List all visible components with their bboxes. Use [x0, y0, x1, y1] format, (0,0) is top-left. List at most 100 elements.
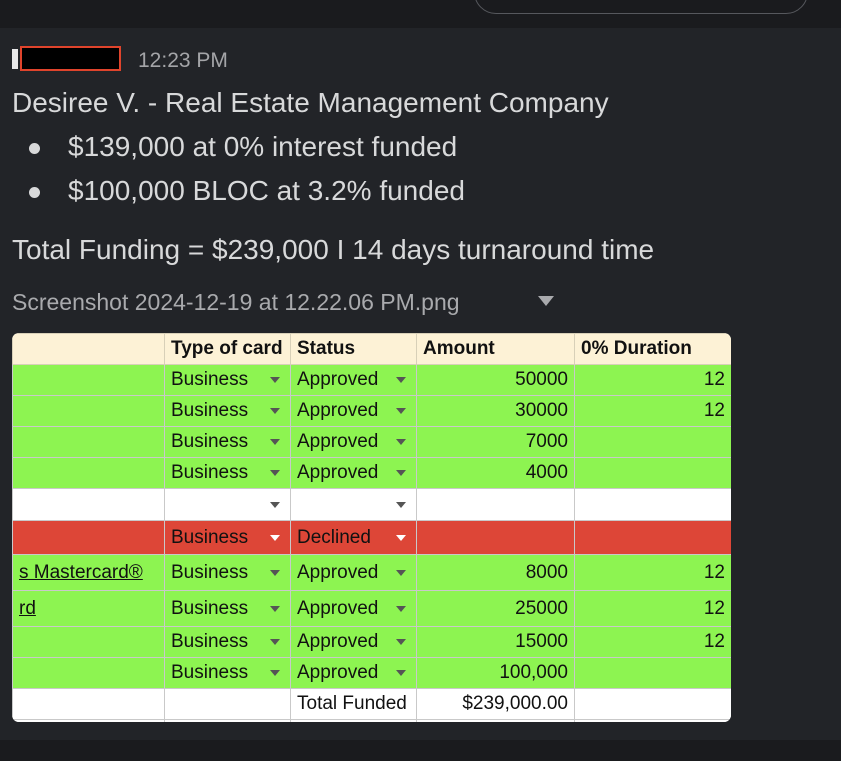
status-cell[interactable]: Approved [290, 364, 417, 396]
duration-cell [574, 657, 731, 689]
dropdown-arrow-icon[interactable] [396, 569, 406, 576]
status-cell[interactable] [290, 488, 417, 521]
status-cell[interactable]: Approved [290, 657, 417, 689]
table-row: rd Business Approved 25000 12 [12, 590, 731, 627]
dropdown-arrow-icon[interactable] [396, 639, 406, 645]
type-cell[interactable]: Business [164, 520, 291, 555]
amount-cell: 7000 [416, 426, 575, 458]
attachment-filename[interactable]: Screenshot 2024-12-19 at 12.22.06 PM.png [12, 289, 460, 316]
type-cell[interactable]: Business [164, 457, 291, 489]
status-cell[interactable]: Approved [290, 590, 417, 627]
dropdown-arrow-icon[interactable] [396, 670, 406, 676]
dropdown-arrow-icon[interactable] [396, 534, 406, 541]
dropdown-arrow-icon[interactable] [270, 501, 280, 508]
header-cell-duration: 0% Duration [574, 333, 731, 365]
card-name-link[interactable]: s Mastercard® [12, 554, 165, 591]
type-cell[interactable]: Business [164, 590, 291, 627]
table-row-declined: Business Declined [12, 520, 731, 555]
dropdown-arrow-icon[interactable] [270, 439, 280, 445]
top-bar [0, 0, 841, 28]
dropdown-arrow-icon[interactable] [396, 377, 406, 383]
dropdown-arrow-icon[interactable] [270, 470, 280, 476]
dropdown-arrow-icon[interactable] [270, 670, 280, 676]
message-headline: Desiree V. - Real Estate Management Comp… [12, 87, 609, 118]
bullet-dot-icon [29, 187, 40, 198]
amount-cell: 50000 [416, 364, 575, 396]
status-value: Approved [297, 400, 379, 421]
status-value: Approved [297, 369, 379, 390]
bottom-bar [0, 740, 841, 761]
dropdown-arrow-icon[interactable] [270, 605, 280, 612]
total-funding-line: Total Funding = $239,000 I 14 days turna… [12, 234, 655, 265]
type-cell[interactable] [164, 488, 291, 521]
empty-cell [574, 688, 731, 720]
dropdown-arrow-icon[interactable] [270, 534, 280, 541]
status-cell[interactable]: Approved [290, 395, 417, 427]
header-cell [12, 333, 165, 365]
total-funded-label: Total Funded [290, 688, 417, 720]
duration-cell: 12 [574, 626, 731, 658]
dropdown-arrow-icon[interactable] [396, 439, 406, 445]
status-value: Approved [297, 597, 379, 619]
amount-cell [416, 520, 575, 555]
sender-name-redacted-fragment [12, 49, 18, 69]
status-cell[interactable]: Approved [290, 626, 417, 658]
empty-cell [290, 719, 417, 722]
name-cell [12, 457, 165, 489]
status-cell[interactable]: Approved [290, 426, 417, 458]
table-row: Business Approved 30000 12 [12, 395, 731, 427]
type-cell[interactable]: Business [164, 364, 291, 396]
name-cell [12, 626, 165, 658]
dropdown-arrow-icon[interactable] [396, 501, 406, 508]
dropdown-arrow-icon[interactable] [396, 470, 406, 476]
dropdown-arrow-icon[interactable] [270, 408, 280, 414]
dropdown-arrow-icon[interactable] [396, 605, 406, 612]
type-value: Business [171, 597, 249, 619]
name-cell [12, 520, 165, 555]
name-cell [12, 364, 165, 396]
table-row-empty [12, 488, 731, 521]
type-value: Business [171, 400, 249, 421]
duration-cell: 12 [574, 590, 731, 627]
message-timestamp[interactable]: 12:23 PM [138, 49, 228, 73]
status-cell[interactable]: Declined [290, 520, 417, 555]
duration-cell: 12 [574, 395, 731, 427]
dropdown-arrow-icon[interactable] [396, 408, 406, 414]
bullet-dot-icon [29, 143, 40, 154]
duration-cell [574, 457, 731, 489]
total-row: Total Funded $239,000.00 [12, 688, 731, 720]
table-row: s Mastercard® Business Approved 8000 12 [12, 554, 731, 591]
name-cell [12, 488, 165, 521]
dropdown-arrow-icon[interactable] [270, 639, 280, 645]
attachment-caret-down-icon[interactable] [538, 296, 554, 306]
type-cell[interactable]: Business [164, 426, 291, 458]
redacted-sender-name [20, 46, 121, 71]
header-row: Type of card Status Amount 0% Duration [12, 333, 731, 365]
type-value: Business [171, 561, 249, 583]
dropdown-arrow-icon[interactable] [270, 569, 280, 576]
spreadsheet-image[interactable]: Type of card Status Amount 0% Duration B… [12, 333, 731, 722]
header-cell-type: Type of card [164, 333, 291, 365]
spreadsheet-table: Type of card Status Amount 0% Duration B… [12, 333, 731, 722]
status-value: Approved [297, 462, 379, 483]
type-cell[interactable]: Business [164, 657, 291, 689]
type-value: Business [171, 631, 249, 652]
table-row: Business Approved 100,000 [12, 657, 731, 689]
type-cell[interactable]: Business [164, 626, 291, 658]
empty-cell [12, 688, 165, 720]
type-cell[interactable]: Business [164, 554, 291, 591]
table-row: Business Approved 7000 [12, 426, 731, 458]
type-cell[interactable]: Business [164, 395, 291, 427]
header-cell-amount: Amount [416, 333, 575, 365]
status-value: Approved [297, 431, 379, 452]
duration-cell: 12 [574, 554, 731, 591]
card-name-link[interactable]: rd [12, 590, 165, 627]
duration-cell [574, 426, 731, 458]
empty-cell [574, 719, 731, 722]
empty-cell [416, 719, 575, 722]
status-cell[interactable]: Approved [290, 554, 417, 591]
status-cell[interactable]: Approved [290, 457, 417, 489]
dropdown-arrow-icon[interactable] [270, 377, 280, 383]
empty-cell [164, 719, 291, 722]
search-bar[interactable] [474, 0, 808, 14]
